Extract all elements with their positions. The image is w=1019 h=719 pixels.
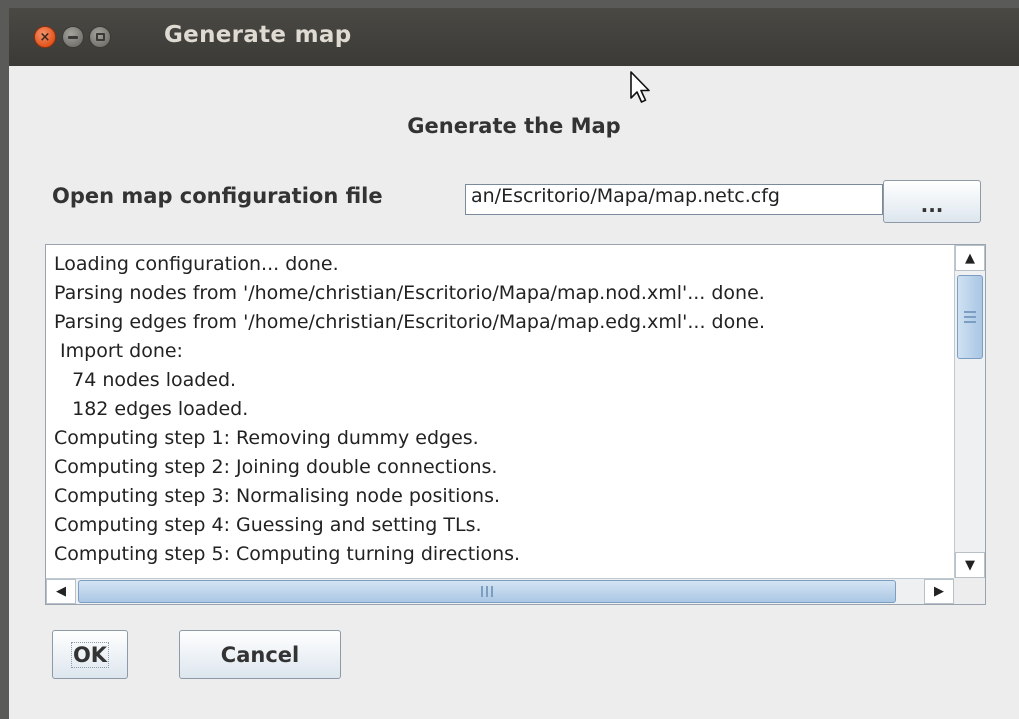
title-bar[interactable]: × Generate map (9, 8, 1019, 66)
log-line: Computing step 5: Computing turning dire… (54, 543, 521, 565)
log-line: Computing step 2: Joining double connect… (54, 456, 498, 478)
ok-button[interactable]: OK (52, 630, 128, 679)
log-line: Parsing edges from '/home/christian/Escr… (54, 311, 765, 333)
ok-button-label: OK (70, 641, 110, 668)
grip-icon (964, 311, 976, 323)
scroll-right-button[interactable]: ▶ (924, 579, 954, 604)
minimize-icon (68, 35, 78, 39)
vertical-scroll-thumb[interactable] (957, 275, 983, 359)
vertical-scrollbar[interactable]: ▲ ▼ (954, 245, 985, 578)
maximize-button[interactable] (89, 26, 111, 48)
scroll-up-button[interactable]: ▲ (955, 245, 985, 271)
log-line: Parsing nodes from '/home/christian/Escr… (54, 282, 765, 304)
log-line: Computing step 3: Normalising node posit… (54, 485, 501, 507)
log-line: Loading configuration... done. (54, 253, 339, 275)
browse-button[interactable]: ... (883, 180, 981, 223)
grip-icon (481, 586, 493, 597)
arrow-down-icon: ▼ (965, 557, 975, 573)
mouse-pointer-icon (630, 71, 650, 103)
dialog-heading: Generate the Map (407, 114, 621, 138)
horizontal-scrollbar[interactable]: ◀ ▶ (46, 578, 954, 604)
scroll-down-button[interactable]: ▼ (955, 552, 985, 578)
scrollbar-corner (954, 578, 985, 604)
log-line: 74 nodes loaded. (54, 369, 237, 391)
config-file-field[interactable]: an/Escritorio/Mapa/map.netc.cfg (465, 184, 883, 215)
log-line: Import done: (54, 340, 183, 362)
minimize-button[interactable] (62, 26, 84, 48)
log-line: Computing step 4: Guessing and setting T… (54, 514, 482, 536)
horizontal-scroll-thumb[interactable] (78, 580, 896, 603)
window-title: Generate map (164, 22, 352, 48)
scroll-left-button[interactable]: ◀ (46, 579, 76, 604)
generate-map-window: × Generate map Generate the Map Open map… (9, 8, 1019, 719)
arrow-left-icon: ◀ (56, 584, 66, 599)
close-button[interactable]: × (34, 26, 56, 48)
log-text: Loading configuration... done. Parsing no… (54, 250, 952, 576)
arrow-up-icon: ▲ (965, 250, 975, 266)
config-file-label: Open map configuration file (52, 184, 383, 208)
log-line: 182 edges loaded. (54, 398, 249, 420)
log-line: Computing step 1: Removing dummy edges. (54, 427, 479, 449)
log-output-area[interactable]: Loading configuration... done. Parsing no… (45, 244, 986, 605)
arrow-right-icon: ▶ (934, 584, 944, 599)
close-icon: × (39, 29, 51, 45)
maximize-icon (95, 33, 105, 41)
cancel-button[interactable]: Cancel (179, 630, 341, 679)
